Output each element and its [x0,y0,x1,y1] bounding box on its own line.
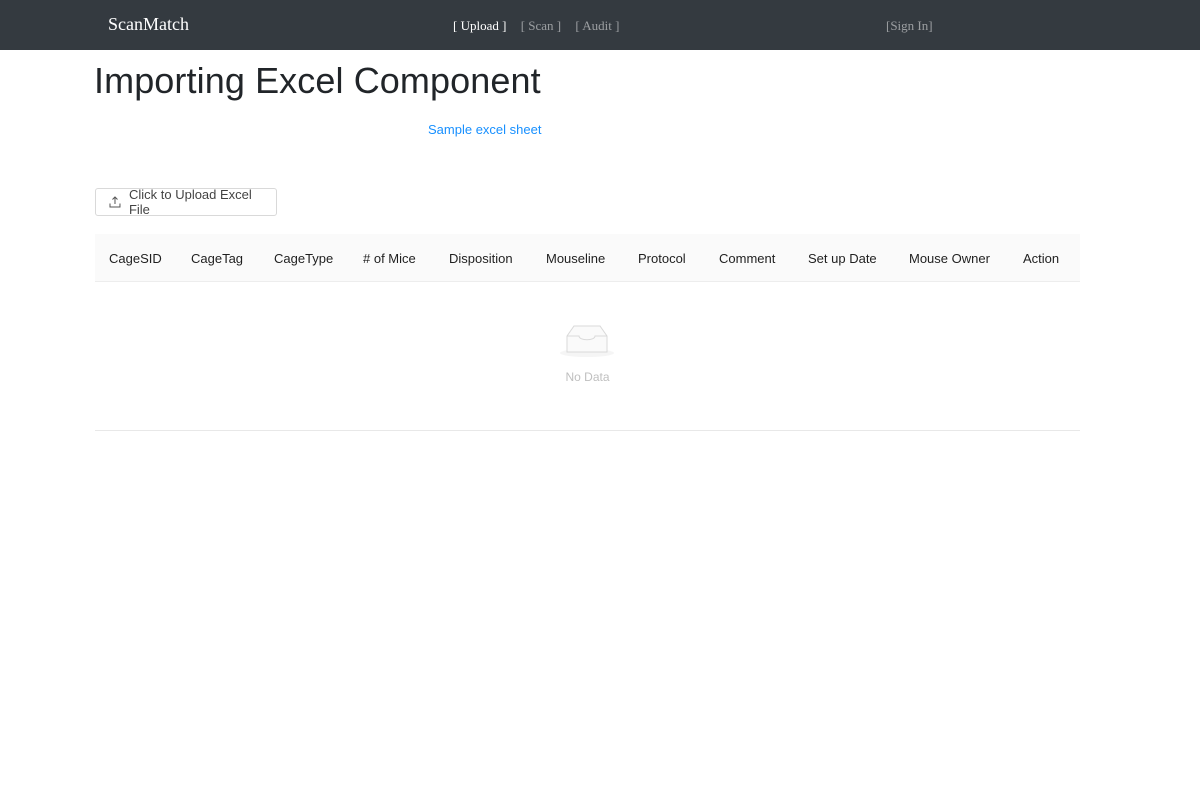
page-title: Importing Excel Component [94,60,541,101]
column-header-mouseline[interactable]: Mouseline [546,251,605,266]
column-header-cagetype[interactable]: CageType [274,251,333,266]
top-navbar: ScanMatch [ Upload ] [ Scan ] [ Audit ] … [0,0,1200,50]
column-header-cagetag[interactable]: CageTag [191,251,243,266]
column-header-action[interactable]: Action [1023,251,1059,266]
column-header-num-mice[interactable]: # of Mice [363,251,416,266]
table-header: CageSID CageTag CageType # of Mice Dispo… [95,234,1080,282]
column-header-comment[interactable]: Comment [719,251,775,266]
nav-audit-link[interactable]: [ Audit ] [575,18,619,33]
upload-button-label: Click to Upload Excel File [128,187,252,217]
cage-table: CageSID CageTag CageType # of Mice Dispo… [95,234,1080,431]
nav-upload-link[interactable]: [ Upload ] [453,18,506,33]
nav-scan-link[interactable]: [ Scan ] [521,18,561,33]
brand-logo[interactable]: ScanMatch [108,14,189,35]
column-header-mouse-owner[interactable]: Mouse Owner [909,251,990,266]
column-header-setup-date[interactable]: Set up Date [808,251,877,266]
empty-state-text: No Data [565,370,610,384]
upload-icon [109,196,121,208]
table-empty-state: No Data [95,282,1080,431]
column-header-cagesid[interactable]: CageSID [109,251,162,266]
upload-excel-button[interactable]: Click to Upload Excel File [95,187,277,217]
sign-in-link[interactable]: [Sign In] [886,18,933,34]
column-header-disposition[interactable]: Disposition [449,251,513,266]
inbox-icon [560,325,614,357]
column-header-protocol[interactable]: Protocol [638,251,686,266]
nav-links: [ Upload ] [ Scan ] [ Audit ] [453,18,630,34]
sample-excel-link[interactable]: Sample excel sheet [428,122,541,137]
